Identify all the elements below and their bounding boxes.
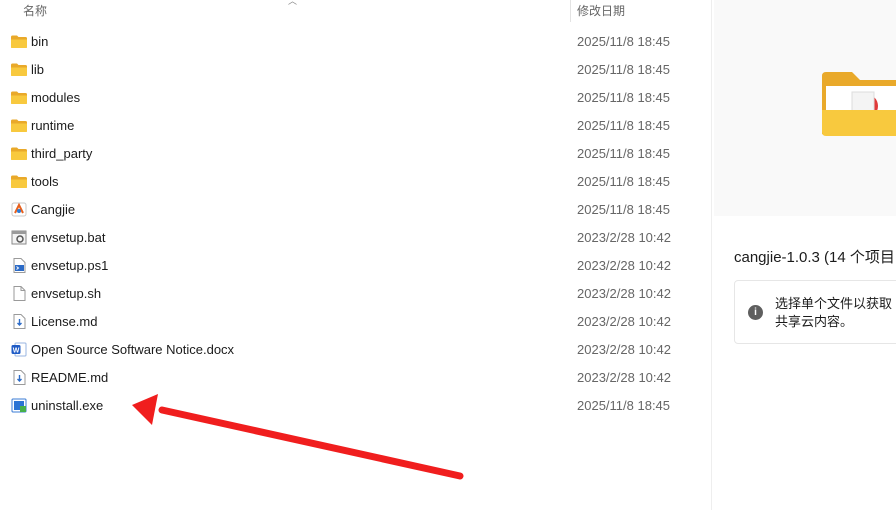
file-row[interactable]: third_party 2025/11/8 18:45 [0, 139, 711, 167]
file-date-modified: 2025/11/8 18:45 [577, 202, 671, 217]
file-date-modified: 2025/11/8 18:45 [577, 398, 671, 413]
preview-area [714, 0, 896, 216]
file-date-modified: 2025/11/8 18:45 [577, 62, 671, 77]
markdown-file-icon [11, 370, 27, 385]
file-row[interactable]: envsetup.sh 2023/2/28 10:42 [0, 279, 711, 307]
file-name: lib [31, 62, 45, 77]
file-row[interactable]: Cangjie 2025/11/8 18:45 [0, 195, 711, 223]
column-header-date-modified[interactable]: 修改日期 [577, 2, 625, 19]
file-list-pane: 名称 ︿ 修改日期 bin 2025/11/8 18:45 lib 2025/1… [0, 0, 711, 510]
file-row[interactable]: bin 2025/11/8 18:45 [0, 27, 711, 55]
file-name: README.md [31, 370, 109, 385]
file-name: Open Source Software Notice.docx [31, 342, 235, 357]
file-date-modified: 2025/11/8 18:45 [577, 174, 671, 189]
file-date-modified: 2023/2/28 10:42 [577, 314, 671, 329]
file-row[interactable]: envsetup.bat 2023/2/28 10:42 [0, 223, 711, 251]
details-pane: cangjie-1.0.3 (14 个项目 i 选择单个文件以获取 共享云内容。 [711, 0, 896, 510]
file-date-modified: 2025/11/8 18:45 [577, 118, 671, 133]
file-date-modified: 2023/2/28 10:42 [577, 258, 671, 273]
info-message: 选择单个文件以获取 共享云内容。 [775, 295, 896, 331]
file-name: tools [31, 174, 59, 189]
file-row[interactable]: envsetup.ps1 2023/2/28 10:42 [0, 251, 711, 279]
info-card: i 选择单个文件以获取 共享云内容。 [734, 280, 896, 344]
file-name: Cangjie [31, 202, 76, 217]
folder-icon [11, 34, 27, 49]
folder-icon [11, 174, 27, 189]
info-message-line: 共享云内容。 [775, 314, 854, 329]
file-explorer-window: 名称 ︿ 修改日期 bin 2025/11/8 18:45 lib 2025/1… [0, 0, 896, 510]
file-row[interactable]: runtime 2025/11/8 18:45 [0, 111, 711, 139]
selected-folder-title: cangjie-1.0.3 (14 个项目 [734, 249, 895, 266]
file-name: modules [31, 90, 81, 105]
file-name: bin [31, 34, 49, 49]
batch-file-icon [11, 230, 27, 245]
info-icon: i [748, 305, 763, 320]
column-header-name[interactable]: 名称 [23, 2, 47, 19]
file-date-modified: 2023/2/28 10:42 [577, 342, 671, 357]
word-document-icon: W [11, 342, 27, 357]
folder-icon [11, 62, 27, 77]
column-divider[interactable] [570, 0, 571, 22]
file-row[interactable]: lib 2025/11/8 18:45 [0, 55, 711, 83]
info-message-line: 选择单个文件以获取 [775, 296, 893, 311]
file-date-modified: 2025/11/8 18:45 [577, 90, 671, 105]
file-date-modified: 2023/2/28 10:42 [577, 370, 671, 385]
svg-text:W: W [13, 347, 20, 354]
folder-icon [11, 146, 27, 161]
powershell-file-icon [11, 258, 27, 273]
markdown-file-icon [11, 314, 27, 329]
file-row[interactable]: tools 2025/11/8 18:45 [0, 167, 711, 195]
file-date-modified: 2025/11/8 18:45 [577, 34, 671, 49]
file-row[interactable]: README.md 2023/2/28 10:42 [0, 363, 711, 391]
file-row[interactable]: uninstall.exe 2025/11/8 18:45 [0, 391, 711, 419]
file-date-modified: 2023/2/28 10:42 [577, 230, 671, 245]
file-rows: bin 2025/11/8 18:45 lib 2025/11/8 18:45 … [0, 27, 711, 419]
file-row[interactable]: modules 2025/11/8 18:45 [0, 83, 711, 111]
large-folder-icon [822, 72, 896, 136]
text-file-icon [11, 286, 27, 301]
file-date-modified: 2025/11/8 18:45 [577, 146, 671, 161]
file-row[interactable]: W Open Source Software Notice.docx 2023/… [0, 335, 711, 363]
file-name: uninstall.exe [31, 398, 104, 413]
file-name: runtime [31, 118, 75, 133]
folder-icon [11, 118, 27, 133]
file-name: License.md [31, 314, 98, 329]
sort-indicator-icon: ︿ [288, 0, 298, 6]
column-header-bar: 名称 ︿ 修改日期 [0, 0, 711, 22]
file-name: envsetup.ps1 [31, 258, 109, 273]
file-name: envsetup.sh [31, 286, 102, 301]
file-date-modified: 2023/2/28 10:42 [577, 286, 671, 301]
installer-exe-icon [11, 398, 27, 413]
file-row[interactable]: License.md 2023/2/28 10:42 [0, 307, 711, 335]
file-name: envsetup.bat [31, 230, 106, 245]
file-name: third_party [31, 146, 93, 161]
cangjie-app-icon [11, 202, 27, 217]
folder-icon [11, 90, 27, 105]
